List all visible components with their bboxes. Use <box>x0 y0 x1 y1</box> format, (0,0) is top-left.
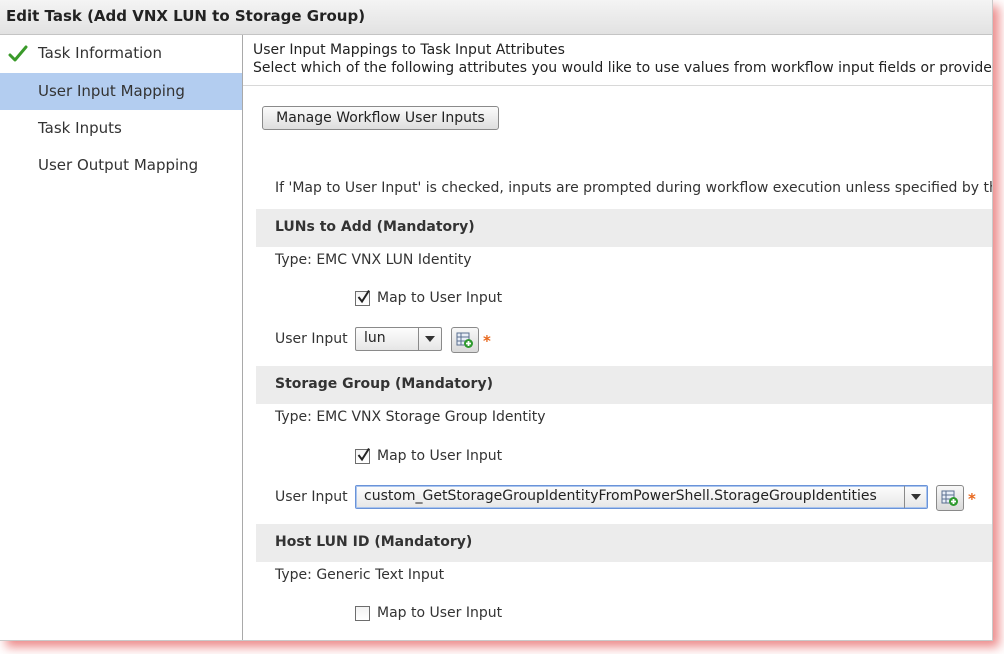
manage-workflow-user-inputs-button[interactable]: Manage Workflow User Inputs <box>262 106 499 130</box>
section-type: Type: Generic Text Input <box>275 567 445 583</box>
user-input-label: User Input <box>275 489 348 505</box>
map-to-user-input-checkbox[interactable] <box>355 606 370 621</box>
panel-header-title: User Input Mappings to Task Input Attrib… <box>253 42 565 58</box>
required-asterisk: * <box>483 332 491 350</box>
checkmark-icon <box>357 289 370 304</box>
sidebar-item-task-information[interactable]: Task Information <box>0 35 242 72</box>
checkbox-label: Map to User Input <box>377 448 503 464</box>
map-to-user-input-checkbox[interactable] <box>355 289 370 306</box>
chevron-down-icon[interactable] <box>904 486 927 508</box>
sidebar-item-user-output-mapping[interactable]: User Output Mapping <box>0 147 242 184</box>
main-panel: User Input Mappings to Task Input Attrib… <box>243 35 992 640</box>
section-title: Host LUN ID (Mandatory) <box>275 534 473 550</box>
add-table-icon <box>456 332 473 348</box>
section-title: LUNs to Add (Mandatory) <box>275 219 475 235</box>
select-value: custom_GetStorageGroupIdentityFromPowerS… <box>364 488 877 504</box>
add-user-input-button[interactable] <box>936 485 964 511</box>
edit-task-dialog: Edit Task (Add VNX LUN to Storage Group)… <box>0 0 993 641</box>
section-header-host-lun-id: Host LUN ID (Mandatory) <box>256 524 992 562</box>
chevron-down-icon[interactable] <box>418 328 441 350</box>
select-value: lun <box>364 330 386 346</box>
sidebar-item-user-input-mapping[interactable]: User Input Mapping <box>0 73 242 110</box>
mapping-note: If 'Map to User Input' is checked, input… <box>275 180 992 196</box>
sidebar-item-label: Task Inputs <box>38 119 122 137</box>
dialog-title: Edit Task (Add VNX LUN to Storage Group) <box>6 7 366 25</box>
panel-header-description: Select which of the following attributes… <box>253 60 992 76</box>
add-table-icon <box>941 490 958 506</box>
checkmark-icon <box>8 45 28 62</box>
checkbox-label: Map to User Input <box>377 290 503 306</box>
sidebar-item-label: User Input Mapping <box>38 82 185 100</box>
section-header-luns-to-add: LUNs to Add (Mandatory) <box>256 209 992 247</box>
add-user-input-button[interactable] <box>451 327 479 353</box>
dialog-titlebar: Edit Task (Add VNX LUN to Storage Group) <box>0 0 992 35</box>
user-input-label: User Input <box>275 331 348 347</box>
section-type: Type: EMC VNX LUN Identity <box>275 252 472 268</box>
section-header-storage-group: Storage Group (Mandatory) <box>256 366 992 404</box>
checkmark-icon <box>357 447 370 462</box>
required-asterisk: * <box>968 490 976 508</box>
section-title: Storage Group (Mandatory) <box>275 376 493 392</box>
user-input-select-luns[interactable]: lun <box>355 327 442 351</box>
sidebar-item-label: Task Information <box>38 44 162 62</box>
section-type: Type: EMC VNX Storage Group Identity <box>275 409 546 425</box>
wizard-sidebar: Task Information User Input Mapping Task… <box>0 35 243 640</box>
sidebar-item-task-inputs[interactable]: Task Inputs <box>0 110 242 147</box>
map-to-user-input-checkbox[interactable] <box>355 447 370 464</box>
sidebar-item-label: User Output Mapping <box>38 156 199 174</box>
header-divider <box>243 85 992 86</box>
checkbox-label: Map to User Input <box>377 605 503 621</box>
panel-header: User Input Mappings to Task Input Attrib… <box>253 41 992 77</box>
user-input-select-storage-group[interactable]: custom_GetStorageGroupIdentityFromPowerS… <box>355 485 928 509</box>
